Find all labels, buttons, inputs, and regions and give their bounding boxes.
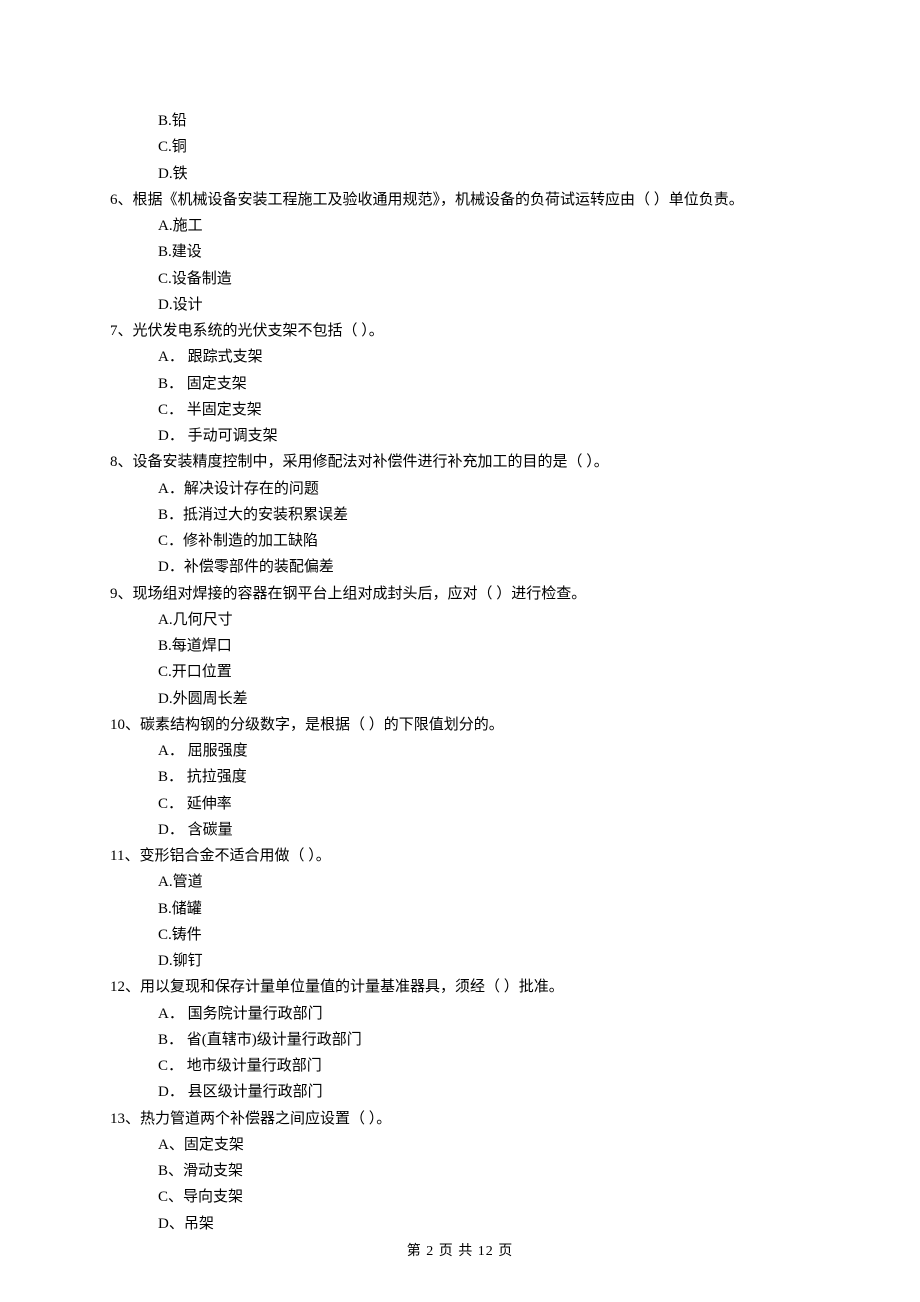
options-block: A、固定支架 B、滑动支架 C、导向支架 D、吊架 bbox=[110, 1132, 810, 1237]
answer-option: C． 延伸率 bbox=[158, 791, 810, 817]
answer-option: D.铆钉 bbox=[158, 948, 810, 974]
answer-option: C、导向支架 bbox=[158, 1184, 810, 1210]
options-block: A．解决设计存在的问题 B．抵消过大的安装积累误差 C．修补制造的加工缺陷 D．… bbox=[110, 476, 810, 581]
question-stem: 8、设备安装精度控制中，采用修配法对补偿件进行补充加工的目的是（ ）。 bbox=[110, 449, 810, 475]
answer-option: D、吊架 bbox=[158, 1211, 810, 1237]
options-block: A.施工 B.建设 C.设备制造 D.设计 bbox=[110, 213, 810, 318]
answer-option: A． 跟踪式支架 bbox=[158, 344, 810, 370]
answer-option: A.管道 bbox=[158, 869, 810, 895]
answer-option: A．解决设计存在的问题 bbox=[158, 476, 810, 502]
options-block: A． 跟踪式支架 B． 固定支架 C． 半固定支架 D． 手动可调支架 bbox=[110, 344, 810, 449]
answer-option: B．抵消过大的安装积累误差 bbox=[158, 502, 810, 528]
answer-option: D．补偿零部件的装配偏差 bbox=[158, 554, 810, 580]
options-block: A.几何尺寸 B.每道焊口 C.开口位置 D.外圆周长差 bbox=[110, 607, 810, 712]
answer-option: C.开口位置 bbox=[158, 659, 810, 685]
answer-option: B.铅 bbox=[158, 108, 810, 134]
answer-option: D． 县区级计量行政部门 bbox=[158, 1079, 810, 1105]
answer-option: C． 地市级计量行政部门 bbox=[158, 1053, 810, 1079]
answer-option: D． 含碳量 bbox=[158, 817, 810, 843]
answer-option: C.铸件 bbox=[158, 922, 810, 948]
answer-option: C．修补制造的加工缺陷 bbox=[158, 528, 810, 554]
answer-option: D.设计 bbox=[158, 292, 810, 318]
answer-option: A、固定支架 bbox=[158, 1132, 810, 1158]
answer-option: A.几何尺寸 bbox=[158, 607, 810, 633]
answer-option: B.建设 bbox=[158, 239, 810, 265]
question-stem: 6、根据《机械设备安装工程施工及验收通用规范》，机械设备的负荷试运转应由（ ）单… bbox=[110, 187, 810, 213]
question-stem: 12、用以复现和保存计量单位量值的计量基准器具，须经（ ）批准。 bbox=[110, 974, 810, 1000]
answer-option: B、滑动支架 bbox=[158, 1158, 810, 1184]
answer-option: C.铜 bbox=[158, 134, 810, 160]
answer-option: B． 省(直辖市)级计量行政部门 bbox=[158, 1027, 810, 1053]
answer-option: A． 屈服强度 bbox=[158, 738, 810, 764]
options-block: A． 国务院计量行政部门 B． 省(直辖市)级计量行政部门 C． 地市级计量行政… bbox=[110, 1001, 810, 1106]
answer-option: B． 抗拉强度 bbox=[158, 764, 810, 790]
options-block: A． 屈服强度 B． 抗拉强度 C． 延伸率 D． 含碳量 bbox=[110, 738, 810, 843]
options-block: A.管道 B.储罐 C.铸件 D.铆钉 bbox=[110, 869, 810, 974]
answer-option: C． 半固定支架 bbox=[158, 397, 810, 423]
q5-options-block: B.铅 C.铜 D.铁 bbox=[110, 108, 810, 187]
answer-option: C.设备制造 bbox=[158, 266, 810, 292]
answer-option: B． 固定支架 bbox=[158, 371, 810, 397]
question-stem: 11、变形铝合金不适合用做（ ）。 bbox=[110, 843, 810, 869]
answer-option: D.外圆周长差 bbox=[158, 686, 810, 712]
answer-option: D． 手动可调支架 bbox=[158, 423, 810, 449]
answer-option: A.施工 bbox=[158, 213, 810, 239]
answer-option: B.储罐 bbox=[158, 896, 810, 922]
question-stem: 10、碳素结构钢的分级数字，是根据（ ）的下限值划分的。 bbox=[110, 712, 810, 738]
question-stem: 13、热力管道两个补偿器之间应设置（ ）。 bbox=[110, 1106, 810, 1132]
page-footer: 第 2 页 共 12 页 bbox=[0, 1240, 920, 1265]
question-stem: 7、光伏发电系统的光伏支架不包括（ ）。 bbox=[110, 318, 810, 344]
answer-option: B.每道焊口 bbox=[158, 633, 810, 659]
answer-option: D.铁 bbox=[158, 161, 810, 187]
page: B.铅 C.铜 D.铁 6、根据《机械设备安装工程施工及验收通用规范》，机械设备… bbox=[0, 0, 920, 1302]
answer-option: A． 国务院计量行政部门 bbox=[158, 1001, 810, 1027]
question-stem: 9、现场组对焊接的容器在钢平台上组对成封头后，应对（ ）进行检查。 bbox=[110, 581, 810, 607]
